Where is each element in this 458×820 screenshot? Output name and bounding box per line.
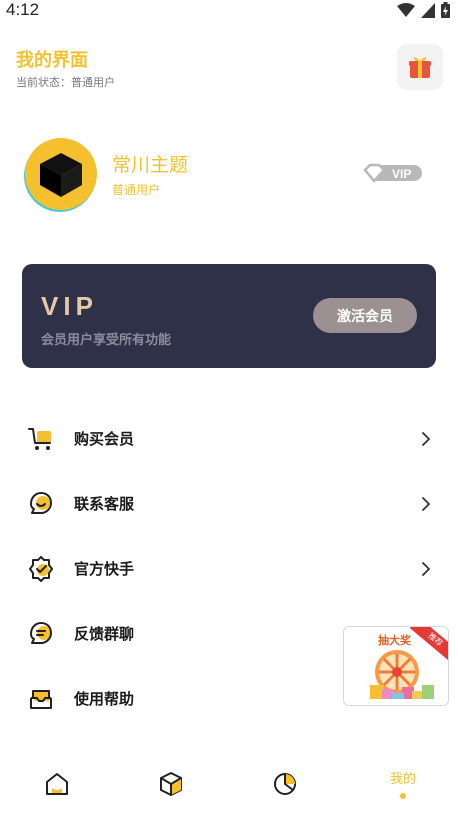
- page-title: 我的界面: [16, 50, 88, 71]
- activate-vip-button[interactable]: 激活会员: [313, 298, 417, 333]
- home-icon: [46, 773, 68, 795]
- customer-service-icon: [30, 492, 52, 514]
- menu-item-label: 联系客服: [74, 495, 135, 513]
- lottery-promo-card[interactable]: 抽大奖 推荐: [343, 626, 449, 706]
- chevron-right-icon: [422, 497, 431, 511]
- nav-tab-stats[interactable]: [228, 760, 342, 820]
- gift-icon: [409, 57, 431, 78]
- vip-card: VIP 会员用户享受所有功能 激活会员: [22, 264, 436, 368]
- status-bar: 4:12: [0, 0, 458, 22]
- gift-button[interactable]: [397, 44, 443, 90]
- vip-card-description: 会员用户享受所有功能: [41, 333, 172, 348]
- nav-tab-box[interactable]: [114, 760, 228, 820]
- vip-card-title: VIP: [41, 291, 98, 321]
- page-subtitle: 当前状态：普通用户: [16, 76, 115, 89]
- menu-item-label: 反馈群聊: [74, 625, 135, 643]
- nav-tab-mine[interactable]: 我的: [346, 760, 458, 820]
- profile-level: 普通用户: [112, 183, 161, 197]
- feedback-chat-icon: [30, 622, 52, 644]
- bottom-nav: 我的: [0, 760, 458, 820]
- inbox-help-icon: [30, 690, 52, 709]
- nav-tab-home[interactable]: [0, 760, 114, 820]
- profile-name: 常川主题: [112, 154, 189, 176]
- pie-chart-icon: [274, 773, 296, 795]
- chevron-right-icon: [422, 562, 431, 576]
- nav-tab-mine-label: 我的: [389, 772, 416, 787]
- verified-badge-icon: [29, 556, 53, 582]
- cube-logo-icon: [40, 153, 82, 197]
- status-time: 4:12: [6, 0, 40, 19]
- chevron-right-icon: [422, 432, 431, 446]
- menu-item-buy-vip[interactable]: 购买会员: [0, 411, 458, 467]
- avatar[interactable]: [25, 138, 97, 210]
- menu-item-contact-service[interactable]: 联系客服: [0, 476, 458, 532]
- battery-icon: [441, 2, 450, 18]
- menu-item-label: 官方快手: [74, 560, 135, 578]
- status-icons: [397, 2, 450, 18]
- prize-wheel-icon: [370, 650, 434, 699]
- active-indicator-dot: [400, 793, 406, 799]
- signal-icon: [421, 2, 435, 18]
- vip-badge: VIP: [362, 162, 424, 184]
- vip-badge-text: VIP: [392, 167, 411, 181]
- box-icon: [160, 772, 182, 796]
- menu-item-official-kuaishou[interactable]: 官方快手: [0, 541, 458, 597]
- wifi-icon: [397, 2, 415, 17]
- menu-item-label: 购买会员: [74, 430, 135, 448]
- menu-item-label: 使用帮助: [74, 690, 135, 708]
- cart-icon: [28, 428, 51, 450]
